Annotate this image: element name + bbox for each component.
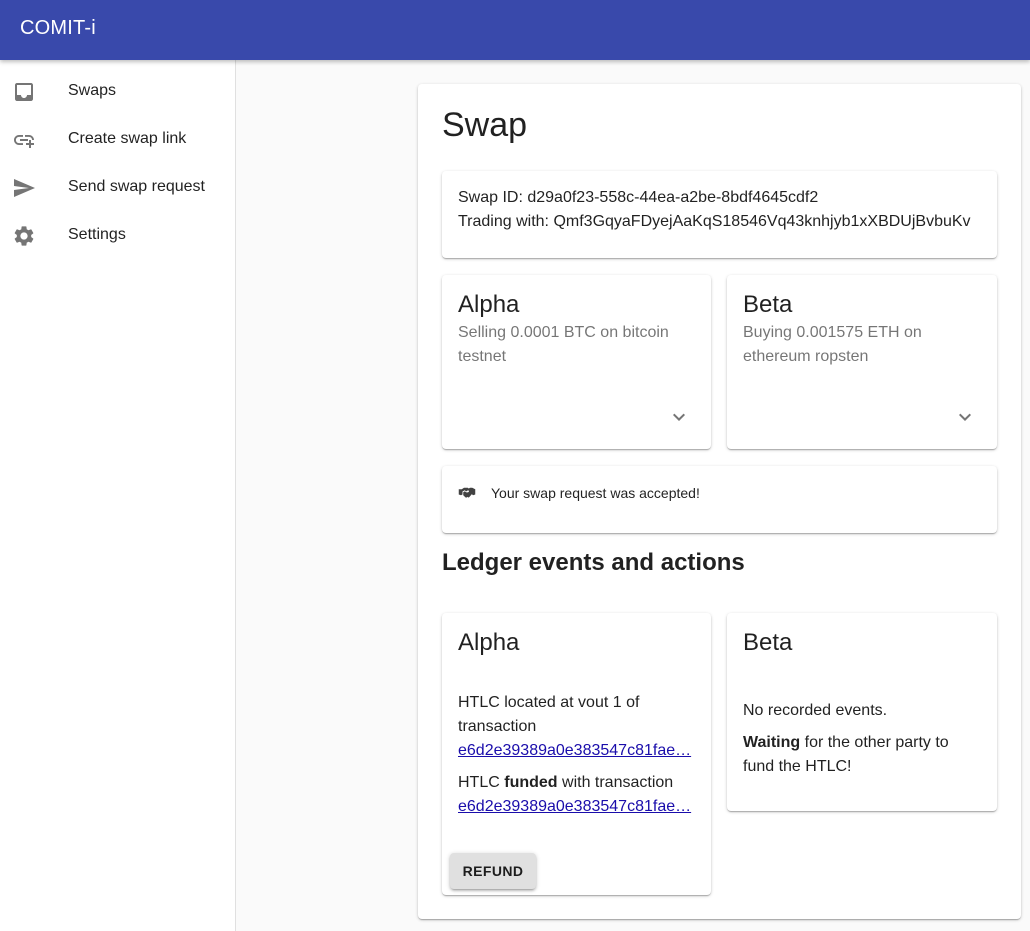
event-text: HTLC located at vout 1 of transaction	[458, 694, 640, 735]
sidebar-item-label: Send swap request	[68, 178, 205, 195]
sidebar-item-send-swap-request[interactable]: Send swap request	[0, 164, 235, 212]
alpha-subtitle: Selling 0.0001 BTC on bitcoin testnet	[458, 324, 669, 365]
transaction-link[interactable]: e6d2e39389a0e383547c81fae…	[458, 795, 694, 819]
status-text: Your swap request was accepted!	[491, 485, 700, 501]
send-icon	[12, 176, 36, 200]
app-bar: COMIT-i	[0, 0, 1030, 60]
gear-icon	[12, 224, 36, 248]
sidebar-item-create-swap-link[interactable]: Create swap link	[0, 116, 235, 164]
alpha-summary-card: Alpha Selling 0.0001 BTC on bitcoin test…	[442, 275, 711, 449]
beta-subtitle: Buying 0.001575 ETH on ethereum ropsten	[743, 324, 922, 365]
alpha-title: Alpha	[458, 291, 520, 318]
beta-ledger-card: Beta No recorded events. Waiting for the…	[727, 613, 997, 811]
page-title: Swap	[442, 106, 528, 144]
beta-summary-card: Beta Buying 0.001575 ETH on ethereum rop…	[727, 275, 997, 449]
add-link-icon	[12, 128, 36, 152]
trading-with: Trading with: Qmf3GqyaFDyejAaKqS18546Vq4…	[458, 213, 971, 230]
chevron-down-icon[interactable]	[953, 405, 977, 429]
no-events-text: No recorded events.	[743, 702, 888, 719]
event-text: HTLC	[458, 774, 505, 791]
ledger-heading: Ledger events and actions	[442, 549, 745, 576]
app-title: COMIT-i	[20, 17, 96, 39]
beta-title: Beta	[743, 291, 793, 318]
beta-ledger-title: Beta	[743, 629, 793, 656]
transaction-link[interactable]: e6d2e39389a0e383547c81fae…	[458, 739, 694, 763]
inbox-icon	[12, 80, 36, 104]
htlc-located-event: HTLC located at vout 1 of transaction e6…	[458, 691, 698, 763]
alpha-ledger-card: Alpha HTLC located at vout 1 of transact…	[442, 613, 711, 895]
event-keyword: funded	[504, 774, 558, 791]
swap-id: Swap ID: d29a0f23-558c-44ea-a2be-8bdf464…	[458, 189, 819, 206]
sidebar-item-swaps[interactable]: Swaps	[0, 68, 235, 116]
sidebar-item-label: Settings	[68, 226, 126, 243]
sidebar-item-settings[interactable]: Settings	[0, 212, 235, 260]
htlc-funded-event: HTLC funded with transaction e6d2e39389a…	[458, 771, 698, 819]
handshake-icon	[458, 484, 476, 502]
sidebar-item-label: Swaps	[68, 82, 117, 99]
refund-button[interactable]: REFUND	[450, 853, 536, 889]
chevron-down-icon[interactable]	[667, 405, 691, 429]
swap-panel: Swap Swap ID: d29a0f23-558c-44ea-a2be-8b…	[418, 84, 1021, 919]
waiting-keyword: Waiting	[743, 734, 801, 751]
sidebar: Swaps Create swap link Send swap request…	[0, 60, 236, 931]
waiting-message: Waiting for the other party to fund the …	[743, 731, 983, 779]
event-text: with transaction	[557, 774, 674, 791]
status-card: Your swap request was accepted!	[442, 466, 997, 533]
alpha-ledger-title: Alpha	[458, 629, 520, 656]
sidebar-item-label: Create swap link	[68, 130, 187, 147]
swap-info-card: Swap ID: d29a0f23-558c-44ea-a2be-8bdf464…	[442, 171, 997, 258]
